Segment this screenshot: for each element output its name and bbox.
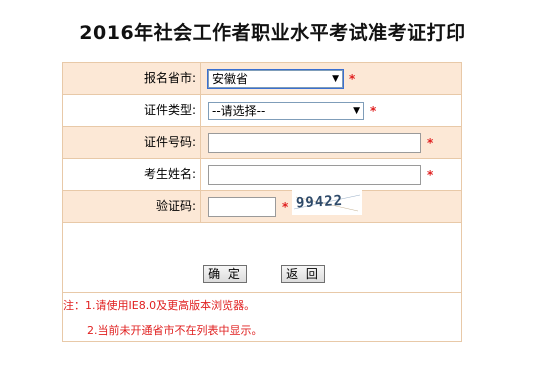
- id-type-select[interactable]: --请选择-- ▼: [208, 101, 364, 120]
- dropdown-arrow-icon: ▼: [332, 73, 339, 84]
- captcha-image[interactable]: 99422: [292, 188, 363, 215]
- required-mark: *: [427, 135, 434, 150]
- button-area: 确 定 返 回: [63, 223, 461, 293]
- captcha-label: 验证码:: [63, 191, 201, 222]
- id-number-field: *: [208, 127, 433, 158]
- row-id-number: 证件号码: *: [63, 127, 461, 159]
- id-number-label: 证件号码:: [63, 127, 201, 158]
- required-mark: *: [282, 199, 289, 214]
- print-form: 报名省市: 安徽省 ▼ * 证件类型: --请选择-- ▼ * 证件号码: * …: [62, 62, 462, 342]
- required-mark: *: [427, 167, 434, 182]
- confirm-button[interactable]: 确 定: [203, 265, 247, 283]
- captcha-text: 99422: [296, 192, 344, 210]
- province-field: 安徽省 ▼ *: [207, 63, 356, 94]
- required-mark: *: [370, 103, 377, 118]
- id-type-field: --请选择-- ▼ *: [208, 95, 376, 126]
- note-line-1: 注：1.请使用IE8.0及更高版本浏览器。: [63, 299, 256, 312]
- province-label: 报名省市:: [63, 63, 201, 94]
- required-mark: *: [349, 71, 356, 86]
- captcha-input[interactable]: [208, 196, 276, 217]
- name-input[interactable]: [208, 164, 421, 185]
- row-name: 考生姓名: *: [63, 159, 461, 191]
- id-type-selected-value: --请选择--: [212, 103, 266, 118]
- back-button[interactable]: 返 回: [281, 265, 325, 283]
- row-province: 报名省市: 安徽省 ▼ *: [63, 63, 461, 95]
- name-label: 考生姓名:: [63, 159, 201, 190]
- id-type-label: 证件类型:: [63, 95, 201, 126]
- province-select[interactable]: 安徽省 ▼: [207, 68, 344, 89]
- row-captcha: 验证码: * 99422: [63, 188, 461, 223]
- captcha-field: * 99422: [208, 188, 363, 222]
- note-line-2: 2.当前未开通省市不在列表中显示。: [87, 324, 263, 337]
- row-id-type: 证件类型: --请选择-- ▼ *: [63, 95, 461, 127]
- name-field: *: [208, 159, 433, 190]
- dropdown-arrow-icon: ▼: [353, 105, 360, 116]
- province-selected-value: 安徽省: [212, 71, 249, 86]
- id-number-input[interactable]: [208, 132, 421, 153]
- page-title: 2016年社会工作者职业水平考试准考证打印: [79, 22, 466, 44]
